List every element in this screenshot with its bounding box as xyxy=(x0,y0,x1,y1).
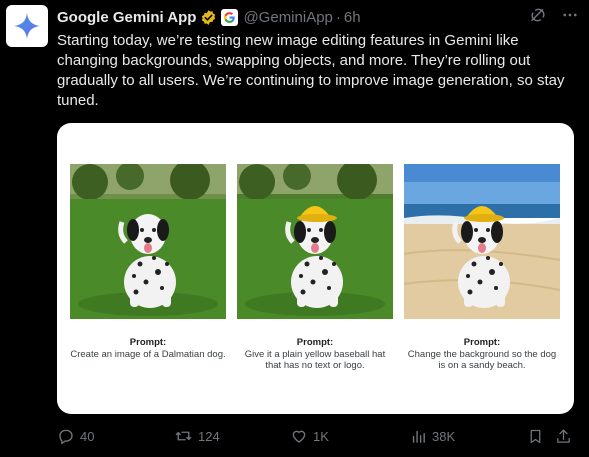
prompt-text: Give it a plain yellow baseball hat that… xyxy=(244,348,386,372)
handle[interactable]: @GeminiApp xyxy=(243,9,332,26)
prompt-label: Prompt: xyxy=(463,337,501,348)
reply-icon xyxy=(59,429,73,445)
image-panel-1: Prompt: Create an image of a Dalmatian d… xyxy=(70,164,226,360)
dalmatian-hat-beach-image[interactable] xyxy=(404,164,560,319)
separator: · xyxy=(335,8,341,26)
tweet-text: Starting today, we’re testing new image … xyxy=(57,32,565,109)
like-button[interactable]: 1K xyxy=(290,427,329,445)
like-count: 1K xyxy=(313,428,329,444)
prompt-caption-2: Prompt: Give it a plain yellow baseball … xyxy=(237,337,393,372)
action-bar: 40 124 1K 38K xyxy=(57,426,575,446)
repost-count: 124 xyxy=(198,428,220,444)
views-icon xyxy=(412,430,425,443)
share-icon xyxy=(557,428,570,443)
prompt-text: Change the background so the dog is on a… xyxy=(407,348,557,372)
repost-icon xyxy=(175,431,192,441)
avatar[interactable] xyxy=(6,5,48,47)
dalmatian-grass-image[interactable] xyxy=(70,164,226,319)
reply-button[interactable]: 40 xyxy=(57,427,94,445)
prompt-label: Prompt: xyxy=(296,337,334,348)
prompt-caption-3: Prompt: Change the background so the dog… xyxy=(404,337,560,372)
heart-icon xyxy=(292,430,306,443)
image-panel-3: Prompt: Change the background so the dog… xyxy=(404,164,560,372)
repost-button[interactable]: 124 xyxy=(174,427,220,445)
dalmatian-hat-grass-image[interactable] xyxy=(237,164,393,319)
grok-icon[interactable] xyxy=(529,6,547,29)
views-count: 38K xyxy=(432,428,456,444)
verified-badge-icon[interactable] xyxy=(200,9,217,26)
views-button[interactable]: 38K xyxy=(410,428,455,445)
bookmark-icon xyxy=(530,429,541,443)
image-panel-2: Prompt: Give it a plain yellow baseball … xyxy=(237,164,393,372)
bookmark-button[interactable] xyxy=(527,428,544,445)
more-icon[interactable] xyxy=(561,6,579,29)
media-card[interactable]: Prompt: Create an image of a Dalmatian d… xyxy=(57,123,574,414)
gemini-sparkle-icon xyxy=(14,13,40,39)
tweet-header: Google Gemini App @GeminiApp · 6h xyxy=(57,6,579,28)
prompt-label: Prompt: xyxy=(129,337,167,348)
timestamp[interactable]: 6h xyxy=(344,9,361,26)
share-button[interactable] xyxy=(555,428,572,445)
display-name[interactable]: Google Gemini App xyxy=(57,9,196,26)
prompt-text: Create an image of a Dalmatian dog. xyxy=(70,348,226,360)
prompt-caption-1: Prompt: Create an image of a Dalmatian d… xyxy=(70,337,226,360)
google-g-logo[interactable] xyxy=(221,8,239,26)
reply-count: 40 xyxy=(80,428,95,444)
